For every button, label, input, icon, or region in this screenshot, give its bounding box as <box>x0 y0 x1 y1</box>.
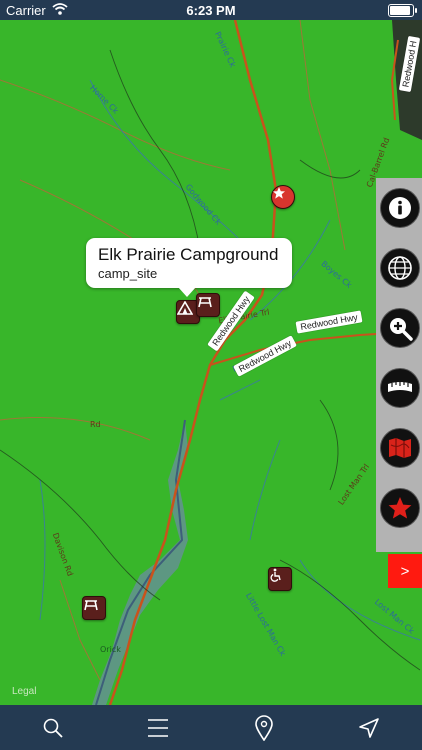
map-view[interactable]: Cal-Barrel Rd Boyes Ck May Ck Lost Man T… <box>0 20 422 705</box>
picnic-site-icon[interactable] <box>196 293 220 317</box>
globe-icon <box>388 256 412 280</box>
info-icon <box>389 197 411 219</box>
map-label: Orick <box>100 645 121 654</box>
callout-subtitle: camp_site <box>98 266 158 281</box>
navigate-button[interactable] <box>349 708 389 748</box>
search-button[interactable] <box>33 708 73 748</box>
poi-callout[interactable]: Elk Prairie Campground camp_site <box>86 238 292 297</box>
menu-button[interactable] <box>138 708 178 748</box>
favorites-button[interactable] <box>380 488 420 528</box>
zoom-in-button[interactable] <box>380 308 420 348</box>
callout-title: Elk Prairie Campground <box>98 245 279 264</box>
star-poi-icon[interactable] <box>271 185 295 209</box>
location-pin-icon <box>254 714 273 741</box>
bottom-toolbar <box>0 705 422 750</box>
map-canvas <box>0 20 422 705</box>
location-pin-button[interactable] <box>244 708 284 748</box>
menu-icon <box>148 718 169 737</box>
battery-icon <box>388 4 417 17</box>
measure-button[interactable] <box>380 368 420 408</box>
map-layers-button[interactable] <box>380 248 420 288</box>
status-bar: Carrier 6:23 PM <box>0 0 422 20</box>
info-button[interactable] <box>380 188 420 228</box>
map-style-button[interactable] <box>380 428 420 468</box>
clock: 6:23 PM <box>186 3 236 18</box>
navigation-arrow-icon <box>359 717 380 738</box>
picnic-site-icon[interactable] <box>82 596 106 620</box>
tool-panel <box>376 178 422 552</box>
star-icon <box>388 497 412 519</box>
accessible-icon[interactable] <box>268 567 292 591</box>
ruler-icon <box>388 382 412 392</box>
legal-link[interactable]: Legal <box>12 686 36 697</box>
search-icon <box>43 718 63 738</box>
folded-map-icon <box>389 438 411 458</box>
map-label: Rd <box>90 420 101 429</box>
zoom-in-icon <box>390 318 413 341</box>
expand-panel-button[interactable]: > <box>388 554 422 588</box>
river-area <box>92 420 188 705</box>
